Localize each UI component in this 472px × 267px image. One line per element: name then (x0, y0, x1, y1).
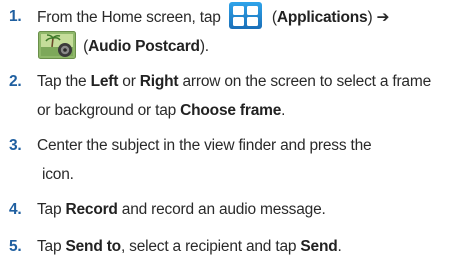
audio-postcard-icon (38, 31, 76, 59)
step-number: 2. (9, 73, 22, 90)
step-number: 4. (9, 201, 22, 218)
step-text-line: Tap Send to, select a recipient and tap … (37, 238, 342, 255)
step-text-line: or background or tap Choose frame. (37, 102, 286, 119)
step-number: 1. (9, 8, 22, 25)
step-text-line: Center the subject in the view finder an… (37, 137, 372, 154)
applications-grid-icon (228, 2, 262, 29)
step-text-line: From the Home screen, tap (Applications)… (37, 2, 390, 32)
step-text-line: Tap the Left or Right arrow on the scree… (37, 73, 431, 90)
step-number: 5. (9, 238, 22, 255)
step-text-line: (Audio Postcard). (37, 31, 209, 61)
step-text-line: icon. (42, 166, 74, 183)
step-text-line: Tap Record and record an audio message. (37, 201, 326, 218)
step-number: 3. (9, 137, 22, 154)
